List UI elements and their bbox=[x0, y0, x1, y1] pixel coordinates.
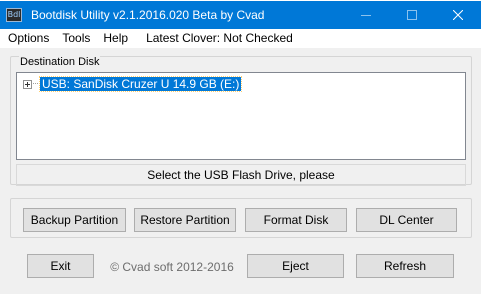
tree-item-label[interactable]: USB: SanDisk Cruzer U 14.9 GB (E:) bbox=[38, 76, 243, 92]
selection-prompt: Select the USB Flash Drive, please bbox=[16, 164, 466, 186]
destination-disk-tree[interactable]: USB: SanDisk Cruzer U 14.9 GB (E:) bbox=[16, 72, 466, 160]
expand-plus-icon[interactable] bbox=[23, 79, 32, 89]
close-button[interactable] bbox=[435, 1, 481, 29]
close-icon bbox=[453, 10, 463, 20]
backup-partition-button[interactable]: Backup Partition bbox=[23, 208, 126, 232]
maximize-icon bbox=[407, 10, 417, 20]
exit-button[interactable]: Exit bbox=[27, 254, 94, 278]
title-bar[interactable]: Bdl Bootdisk Utility v2.1.2016.020 Beta … bbox=[0, 1, 481, 29]
menu-bar: Options Tools Help Latest Clover: Not Ch… bbox=[0, 29, 481, 48]
minimize-icon bbox=[361, 15, 371, 16]
minimize-button[interactable] bbox=[343, 1, 389, 29]
menu-latest-clover-status[interactable]: Latest Clover: Not Checked bbox=[141, 29, 298, 48]
window-controls bbox=[343, 1, 481, 29]
destination-disk-label: Destination Disk bbox=[19, 56, 101, 68]
menu-tools[interactable]: Tools bbox=[57, 29, 95, 48]
format-disk-button[interactable]: Format Disk bbox=[245, 208, 347, 232]
bootdisk-utility-window: Bdl Bootdisk Utility v2.1.2016.020 Beta … bbox=[0, 0, 481, 294]
copyright-text: © Cvad soft 2012-2016 bbox=[110, 260, 234, 274]
restore-partition-button[interactable]: Restore Partition bbox=[134, 208, 236, 232]
tree-item-usb-drive[interactable]: USB: SanDisk Cruzer U 14.9 GB (E:) bbox=[23, 76, 243, 92]
tree-connector-line bbox=[33, 83, 40, 85]
refresh-button[interactable]: Refresh bbox=[356, 254, 454, 278]
window-title: Bootdisk Utility v2.1.2016.020 Beta by C… bbox=[31, 8, 265, 22]
menu-options[interactable]: Options bbox=[3, 29, 54, 48]
app-icon: Bdl bbox=[6, 8, 22, 22]
selection-prompt-text: Select the USB Flash Drive, please bbox=[147, 168, 335, 182]
eject-button[interactable]: Eject bbox=[247, 254, 344, 278]
menu-help[interactable]: Help bbox=[98, 29, 133, 48]
dl-center-button[interactable]: DL Center bbox=[356, 208, 457, 232]
maximize-button[interactable] bbox=[389, 1, 435, 29]
